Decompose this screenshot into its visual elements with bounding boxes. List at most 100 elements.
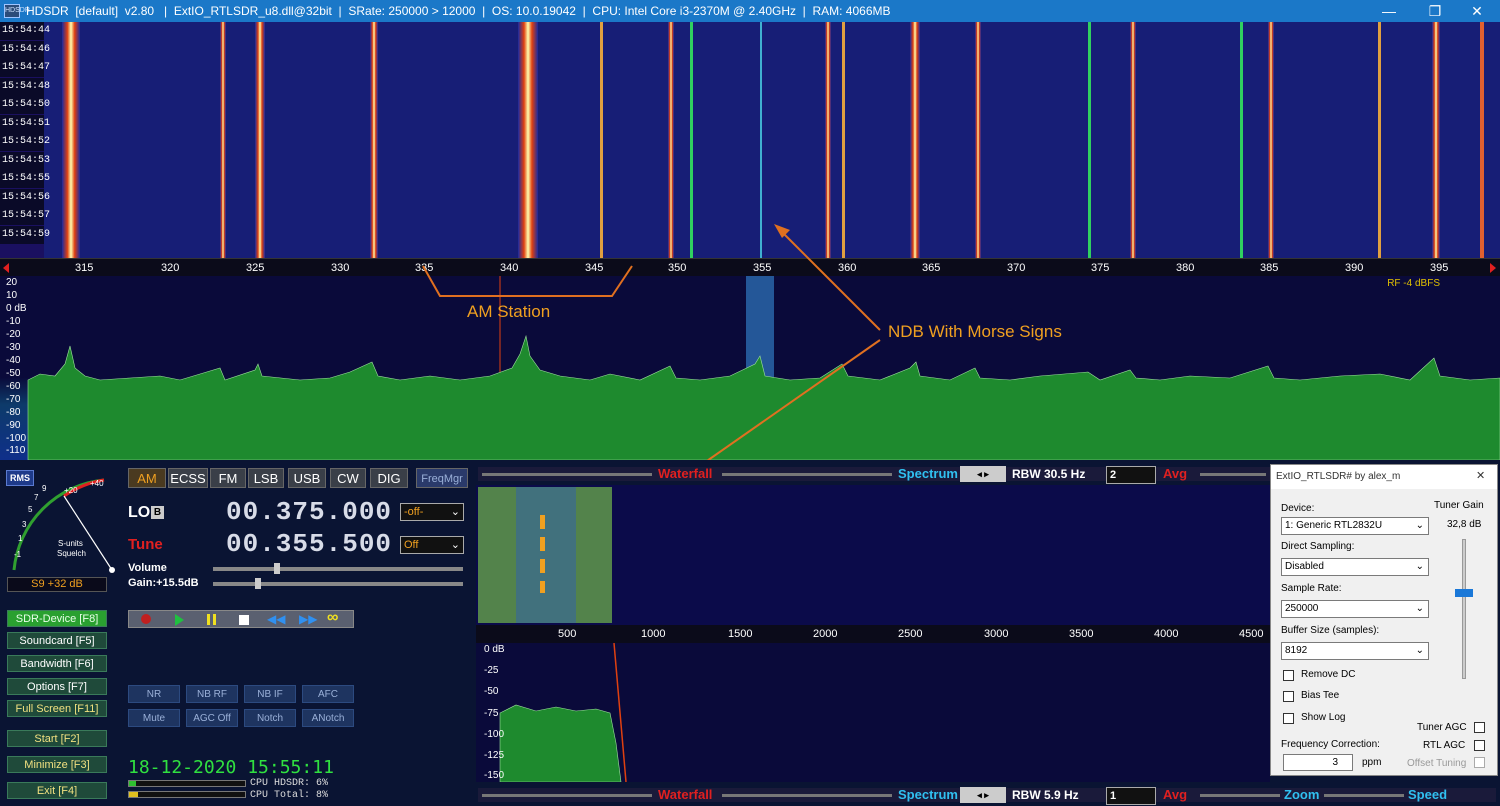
freq-correction-input[interactable]: 3	[1283, 754, 1353, 771]
avg-label: Avg	[1163, 787, 1188, 802]
af-tick: 500	[558, 628, 577, 640]
chevron-down-icon: ⌄	[1415, 603, 1424, 614]
sdr-device-button[interactable]: SDR-Device [F8]	[7, 610, 107, 627]
avg-select-value: 2	[1110, 469, 1117, 481]
device-dropdown[interactable]: 1: Generic RTL2832U ⌄	[1281, 517, 1429, 535]
direct-sampling-dropdown-value: Disabled	[1285, 561, 1324, 572]
chevron-down-icon: ⌄	[1415, 645, 1424, 656]
bandwidth-button[interactable]: Bandwidth [F6]	[7, 655, 107, 672]
s-scale-tick: +20	[64, 486, 78, 495]
af-control-bar-bottom: Waterfall Spectrum ◂ ▸ RBW 5.9 Hz 1 Avg …	[478, 787, 1496, 805]
freqmgr-button[interactable]: FreqMgr	[416, 468, 468, 488]
waterfall-slider[interactable]	[482, 473, 652, 476]
mute-button[interactable]: Mute	[128, 709, 180, 727]
rewind-icon[interactable]: ◀◀	[267, 612, 285, 626]
remove-dc-checkbox[interactable]	[1283, 670, 1294, 681]
gain-slider-thumb[interactable]	[255, 578, 261, 589]
options-button[interactable]: Options [F7]	[7, 678, 107, 695]
mode-cw-button[interactable]: CW	[330, 468, 366, 488]
notch-button[interactable]: Notch	[244, 709, 296, 727]
rbw-label: RBW 5.9 Hz	[1012, 788, 1079, 802]
exit-button[interactable]: Exit [F4]	[7, 782, 107, 799]
squelch-label: Squelch	[57, 549, 86, 558]
direct-sampling-label: Direct Sampling:	[1281, 541, 1355, 552]
lo-frequency[interactable]: 00.375.000	[226, 497, 392, 527]
waterfall-slider[interactable]	[482, 794, 652, 797]
am-station-annotation: AM Station	[467, 302, 551, 321]
soundcard-button[interactable]: Soundcard [F5]	[7, 632, 107, 649]
af-tick: 2500	[898, 628, 923, 640]
rbw-stepper[interactable]: ◂ ▸	[960, 787, 1006, 803]
waterfall-label: Waterfall	[658, 787, 713, 802]
show-log-checkbox[interactable]	[1283, 713, 1294, 724]
chevron-down-icon: ⌄	[1415, 520, 1424, 531]
start-button[interactable]: Start [F2]	[7, 730, 107, 747]
fast-forward-icon[interactable]: ▶▶	[299, 612, 317, 626]
cpu-hdsdr-label: CPU HDSDR: 6%	[250, 778, 329, 789]
rbw-stepper[interactable]: ◂ ▸	[960, 466, 1006, 482]
mode-dig-button[interactable]: DIG	[370, 468, 408, 488]
record-icon[interactable]	[141, 614, 151, 624]
minimize-app-button[interactable]: Minimize [F3]	[7, 756, 107, 773]
cpu-total-bar	[128, 791, 246, 798]
lo-select[interactable]: -off- ⌄	[400, 503, 464, 521]
af-tick: 4000	[1154, 628, 1179, 640]
rtl-agc-checkbox[interactable]	[1474, 740, 1485, 751]
pause-icon[interactable]	[207, 614, 210, 625]
volume-slider[interactable]	[213, 567, 463, 571]
ppm-label: ppm	[1362, 757, 1382, 768]
full-screen-button[interactable]: Full Screen [F11]	[7, 700, 107, 717]
play-icon[interactable]	[175, 614, 184, 626]
s-scale-tick: 1	[18, 534, 23, 543]
extio-close-button[interactable]: ✕	[1476, 469, 1485, 482]
mode-ecss-button[interactable]: ECSS	[168, 468, 208, 488]
spectrum-slider[interactable]	[722, 794, 892, 797]
zoom-slider[interactable]	[1324, 794, 1404, 797]
tuner-gain-slider-thumb[interactable]	[1455, 589, 1473, 597]
tune-select[interactable]: Off ⌄	[400, 536, 464, 554]
buffer-size-dropdown-value: 8192	[1285, 645, 1308, 656]
af-tick: 1500	[728, 628, 753, 640]
stop-icon[interactable]	[239, 615, 249, 625]
nb-if-button[interactable]: NB IF	[244, 685, 296, 703]
anotch-button[interactable]: ANotch	[302, 709, 354, 727]
tuner-agc-checkbox[interactable]	[1474, 722, 1485, 733]
bias-tee-checkbox[interactable]	[1283, 691, 1294, 702]
spectrum-slider[interactable]	[722, 473, 892, 476]
s-scale-tick: 9	[42, 484, 47, 493]
tuner-agc-label: Tuner AGC	[1417, 722, 1467, 733]
nb-rf-button[interactable]: NB RF	[186, 685, 238, 703]
volume-label: Volume	[128, 562, 167, 574]
volume-slider-thumb[interactable]	[274, 563, 280, 574]
af-waterfall[interactable]	[476, 485, 1270, 625]
af-spectrum[interactable]: 0 dB -25 -50 -75 -100 -125 -150	[476, 643, 1270, 782]
avg-label: Avg	[1163, 466, 1188, 481]
avg-select[interactable]: 2	[1106, 466, 1156, 484]
avg-select[interactable]: 1	[1106, 787, 1156, 805]
lo-b-badge[interactable]: B	[151, 506, 164, 519]
af-db-label: -125	[484, 750, 505, 761]
avg-slider[interactable]	[1200, 794, 1280, 797]
loop-icon[interactable]: ∞	[327, 609, 338, 627]
gain-slider[interactable]	[213, 582, 463, 586]
mode-fm-button[interactable]: FM	[210, 468, 246, 488]
tune-frequency[interactable]: 00.355.500	[226, 529, 392, 559]
avg-slider[interactable]	[1200, 473, 1266, 476]
buffer-size-dropdown[interactable]: 8192 ⌄	[1281, 642, 1429, 660]
tuner-gain-slider[interactable]	[1462, 539, 1466, 679]
mode-usb-button[interactable]: USB	[288, 468, 326, 488]
remove-dc-label: Remove DC	[1301, 669, 1356, 680]
mode-lsb-button[interactable]: LSB	[248, 468, 284, 488]
mode-am-button[interactable]: AM	[128, 468, 166, 488]
agc-off-button[interactable]: AGC Off	[186, 709, 238, 727]
device-label: Device:	[1281, 503, 1315, 514]
af-db-label: -50	[484, 686, 499, 697]
afc-button[interactable]: AFC	[302, 685, 354, 703]
sample-rate-dropdown[interactable]: 250000 ⌄	[1281, 600, 1429, 618]
direct-sampling-dropdown[interactable]: Disabled ⌄	[1281, 558, 1429, 576]
spectrum-label: Spectrum	[898, 466, 958, 481]
nr-button[interactable]: NR	[128, 685, 180, 703]
chevron-down-icon: ⌄	[450, 506, 460, 518]
extio-title: ExtIO_RTLSDR# by alex_m	[1271, 465, 1497, 489]
lo-select-value: -off-	[404, 506, 424, 518]
